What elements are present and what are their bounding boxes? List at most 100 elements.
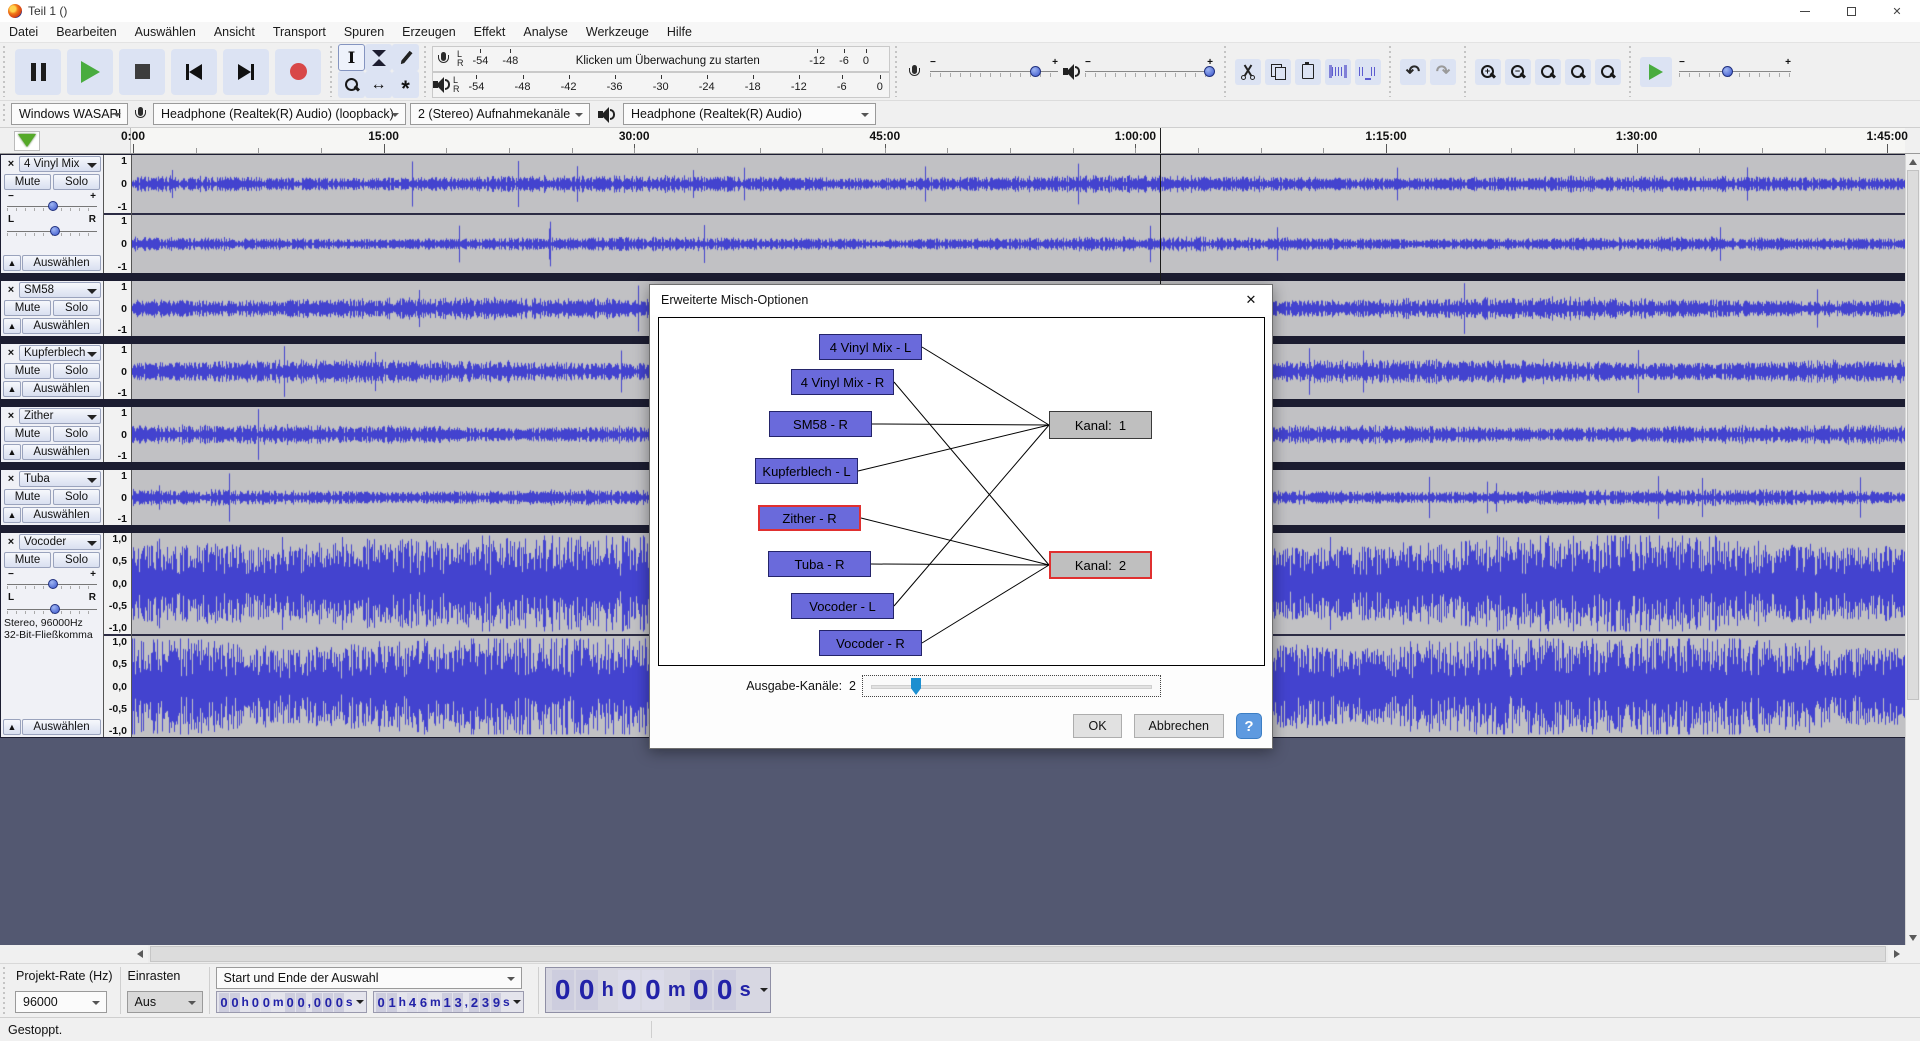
snap-select[interactable]: Aus — [127, 991, 203, 1013]
collapse-button[interactable]: ▲ — [3, 507, 21, 523]
playback-volume-slider[interactable]: −+ — [1085, 63, 1213, 81]
select-track-button[interactable]: Auswählen — [22, 318, 101, 334]
draw-tool-button[interactable] — [392, 44, 419, 71]
time-digit[interactable]: 0 — [618, 970, 640, 1010]
time-digit[interactable]: 0 — [552, 970, 574, 1010]
recording-device-select[interactable]: Headphone (Realtek(R) Audio) (loopback) — [153, 103, 406, 125]
time-digit[interactable]: 2 — [469, 993, 479, 1012]
time-digit[interactable]: 0 — [296, 993, 306, 1012]
toolbar-grip[interactable] — [1222, 46, 1229, 97]
track-close-button[interactable]: × — [3, 157, 19, 172]
skip-to-start-button[interactable] — [171, 49, 217, 95]
mute-button[interactable]: Mute — [4, 552, 51, 568]
scroll-right-button[interactable] — [1888, 945, 1905, 963]
waveform-canvas[interactable] — [132, 215, 1906, 273]
timeline-options-button[interactable] — [14, 131, 40, 151]
vertical-ruler[interactable]: 1,00,50,0-0,5-1,01,00,50,0-0,5-1,0 — [104, 533, 132, 737]
collapse-button[interactable]: ▲ — [3, 318, 21, 334]
track-control-panel[interactable]: ×KupferblechMuteSolo▲Auswählen — [1, 344, 104, 399]
time-digit[interactable]: 0 — [285, 993, 295, 1012]
toolbar-grip[interactable] — [422, 46, 429, 97]
ok-button[interactable]: OK — [1073, 714, 1121, 738]
recording-volume-slider[interactable]: −+ — [930, 63, 1058, 81]
vertical-scroll-thumb[interactable] — [1907, 170, 1919, 700]
horizontal-scroll-thumb[interactable] — [150, 946, 1886, 962]
time-digit[interactable]: 0 — [250, 993, 260, 1012]
play-speed-slider[interactable]: −+ — [1679, 63, 1791, 81]
skip-to-end-button[interactable] — [223, 49, 269, 95]
pan-slider[interactable] — [7, 225, 97, 238]
gain-slider[interactable] — [7, 578, 97, 591]
play-speed-thumb[interactable] — [1722, 66, 1733, 77]
mute-button[interactable]: Mute — [4, 174, 51, 190]
recording-channels-select[interactable]: 2 (Stereo) Aufnahmekanäle — [410, 103, 590, 125]
collapse-button[interactable]: ▲ — [3, 381, 21, 397]
track-name-menu[interactable]: Tuba — [19, 471, 101, 487]
select-track-button[interactable]: Auswählen — [22, 381, 101, 397]
mix-source-zither---r[interactable]: Zither - R — [758, 505, 861, 531]
zoom-toggle-button[interactable] — [1595, 59, 1621, 85]
cancel-button[interactable]: Abbrechen — [1134, 714, 1224, 738]
vertical-ruler[interactable]: 10-1 — [104, 470, 132, 525]
toolbar-grip[interactable] — [1, 967, 8, 1014]
time-digit[interactable]: 3 — [453, 993, 463, 1012]
time-digit[interactable]: 0 — [376, 993, 386, 1012]
play-button[interactable] — [67, 49, 113, 95]
selection-tool-button[interactable]: I — [338, 44, 365, 71]
menu-bearbeiten[interactable]: Bearbeiten — [47, 25, 125, 39]
output-channels-thumb[interactable] — [911, 678, 921, 695]
time-digit[interactable]: 0 — [323, 993, 333, 1012]
toolbar-grip[interactable] — [1, 46, 8, 97]
vertical-ruler[interactable]: 10-110-1 — [104, 155, 132, 273]
vertical-scrollbar[interactable] — [1905, 154, 1920, 945]
timeline-ruler[interactable]: 0:0015:0030:0045:001:00:001:15:001:30:00… — [0, 128, 1920, 154]
playback-device-select[interactable]: Headphone (Realtek(R) Audio) — [623, 103, 876, 125]
mix-source-sm58---r[interactable]: SM58 - R — [769, 411, 872, 437]
recording-volume-thumb[interactable] — [1030, 66, 1041, 77]
mute-button[interactable]: Mute — [4, 426, 51, 442]
selection-end-field[interactable]: 01h46m13,239s — [373, 991, 524, 1013]
audio-host-select[interactable]: Windows WASAPI — [11, 103, 128, 125]
playback-volume-thumb[interactable] — [1204, 66, 1215, 77]
toolbar-grip[interactable] — [1462, 46, 1469, 97]
time-digit[interactable]: 0 — [714, 970, 736, 1010]
collapse-button[interactable]: ▲ — [3, 255, 21, 271]
toolbar-grip[interactable] — [1387, 46, 1394, 97]
menu-werkzeuge[interactable]: Werkzeuge — [577, 25, 658, 39]
collapse-button[interactable]: ▲ — [3, 719, 21, 735]
stop-button[interactable] — [119, 49, 165, 95]
menu-auswählen[interactable]: Auswählen — [126, 25, 205, 39]
zoom-selection-button[interactable] — [1535, 59, 1561, 85]
scroll-down-button[interactable] — [1906, 930, 1920, 945]
mix-channel-2[interactable]: Kanal: 2 — [1049, 551, 1152, 579]
track-name-menu[interactable]: Vocoder — [19, 534, 101, 550]
cut-button[interactable] — [1235, 59, 1261, 85]
waveform-channel[interactable] — [132, 155, 1919, 213]
horizontal-scrollbar[interactable] — [148, 945, 1888, 963]
time-digit[interactable]: 0 — [312, 993, 322, 1012]
time-digit[interactable]: 1 — [442, 993, 452, 1012]
maximize-button[interactable] — [1828, 0, 1874, 22]
time-digit[interactable]: 0 — [261, 993, 271, 1012]
waveform-channel[interactable] — [132, 215, 1919, 273]
time-digit[interactable]: 6 — [418, 993, 428, 1012]
waveform-canvas[interactable] — [132, 155, 1906, 213]
monitoring-message[interactable]: Klicken um Überwachung zu starten — [534, 49, 801, 67]
track-name-menu[interactable]: SM58 — [19, 282, 101, 298]
chevron-down-icon[interactable] — [760, 988, 768, 996]
solo-button[interactable]: Solo — [53, 174, 100, 190]
menu-effekt[interactable]: Effekt — [465, 25, 515, 39]
track-close-button[interactable]: × — [3, 409, 19, 424]
track-control-panel[interactable]: ×TubaMuteSolo▲Auswählen — [1, 470, 104, 525]
track-name-menu[interactable]: 4 Vinyl Mix — [19, 156, 101, 172]
time-digit[interactable]: 0 — [334, 993, 344, 1012]
mix-source-vocoder---l[interactable]: Vocoder - L — [791, 593, 894, 619]
track-close-button[interactable]: × — [3, 283, 19, 298]
timeline-scale[interactable]: 0:0015:0030:0045:001:00:001:15:001:30:00… — [131, 128, 1905, 153]
solo-button[interactable]: Solo — [53, 426, 100, 442]
track-name-menu[interactable]: Kupferblech — [19, 345, 101, 361]
record-meter[interactable]: LR -54-48Klicken um Überwachung zu start… — [432, 46, 890, 72]
play-meter[interactable]: LR -54-48-42-36-30-24-18-12-60 — [432, 72, 890, 98]
mute-button[interactable]: Mute — [4, 300, 51, 316]
silence-audio-button[interactable] — [1355, 59, 1381, 85]
